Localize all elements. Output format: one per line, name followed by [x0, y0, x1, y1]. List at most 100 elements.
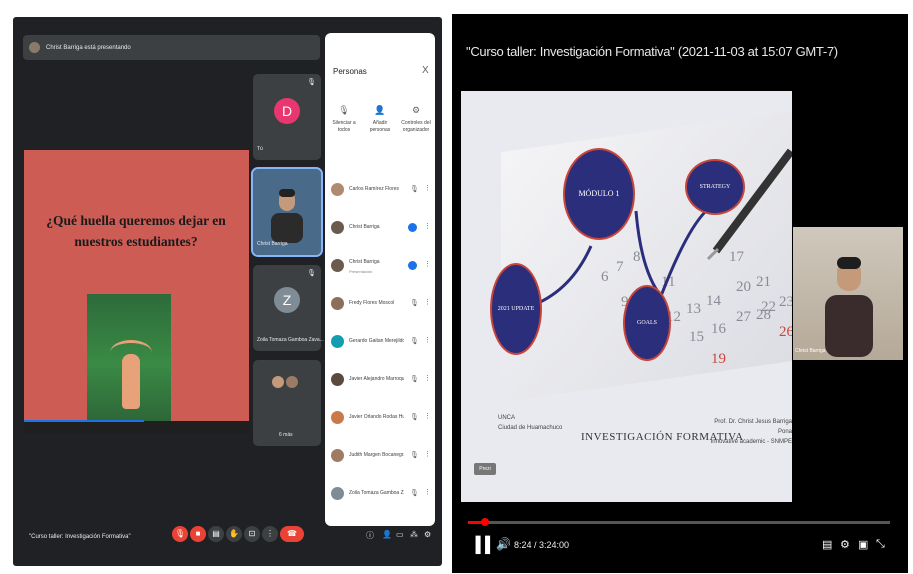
settings-icon: ⚙: [411, 105, 421, 115]
avatar: [331, 335, 344, 348]
participant-row[interactable]: Javier Orlando Rodas Hu... 🎙 ⋮: [330, 401, 432, 439]
participant-row[interactable]: Christ Barriga Presentación ⋮: [330, 249, 432, 287]
people-icon[interactable]: 👤: [382, 530, 392, 539]
more-options-icon[interactable]: ⋮: [424, 450, 431, 458]
participant-row[interactable]: Christ Barriga ⋮: [330, 211, 432, 249]
participant-name: Javier Alejandro Marroqu...: [349, 376, 404, 382]
mic-off-icon[interactable]: 🎙: [410, 451, 419, 459]
people-panel-title: Personas: [333, 67, 367, 76]
close-icon[interactable]: X: [422, 65, 429, 76]
participant-tile-christ[interactable]: Christ Barriga: [251, 167, 323, 257]
exit-fullscreen-icon[interactable]: ⤡: [876, 538, 885, 551]
activities-icon[interactable]: ⁂: [410, 530, 418, 539]
mute-all-button[interactable]: 🎙 Silenciar a todos: [327, 105, 361, 134]
camera-toggle-button[interactable]: ■: [190, 526, 206, 542]
participant-row[interactable]: Fredy Flores Moscol 🎙 ⋮: [330, 287, 432, 325]
avatar: [272, 376, 284, 388]
more-options-icon[interactable]: ⋮: [424, 374, 431, 382]
miniplayer-icon[interactable]: ▣: [858, 538, 868, 551]
node-strategy: STRATEGY: [685, 159, 745, 215]
mic-off-icon[interactable]: 🎙: [410, 299, 419, 307]
prezi-badge: Prezi: [474, 463, 496, 475]
participant-row[interactable]: Zoila Tomaza Gamboa Za... 🎙 ⋮: [330, 477, 432, 515]
mic-off-icon[interactable]: 🎙: [410, 185, 419, 193]
avatar: D: [274, 98, 300, 124]
slide-controls[interactable]: [24, 421, 249, 434]
subtitles-icon[interactable]: ▤: [822, 538, 832, 551]
svg-text:16: 16: [711, 321, 727, 337]
progress-handle[interactable]: [480, 518, 489, 526]
svg-text:26: 26: [779, 324, 792, 340]
prezi-slide: 678 91011 121314 151617 202122 232728 26…: [461, 91, 792, 502]
participant-tile-more[interactable]: 6 más: [253, 360, 321, 446]
svg-text:14: 14: [706, 293, 722, 309]
volume-icon[interactable]: 🔊: [496, 537, 511, 551]
svg-text:19: 19: [711, 351, 726, 367]
settings-icon[interactable]: ⚙: [840, 538, 850, 551]
mic-off-icon[interactable]: 🎙: [410, 375, 419, 383]
mic-off-icon[interactable]: 🎙: [410, 337, 419, 345]
add-person-icon: 👤: [374, 105, 386, 115]
speaker-video: [825, 257, 873, 357]
presenter-avatar: [29, 42, 40, 53]
avatar: [331, 487, 344, 500]
more-options-icon[interactable]: ⋮: [424, 184, 431, 192]
more-options-icon[interactable]: ⋮: [424, 412, 431, 420]
avatar: [331, 411, 344, 424]
info-icon[interactable]: ⓘ: [366, 530, 374, 541]
svg-text:13: 13: [686, 301, 701, 317]
avatar: [286, 376, 298, 388]
camera-label: Christ Barriga: [795, 348, 826, 354]
more-options-icon[interactable]: ⋮: [424, 488, 431, 496]
add-people-button[interactable]: 👤 Añadir personas: [363, 105, 397, 134]
tile-label: Christ Barriga: [257, 241, 288, 247]
video-player[interactable]: "Curso taller: Investigación Formativa" …: [452, 14, 908, 573]
svg-text:8: 8: [633, 249, 641, 265]
more-options-icon[interactable]: ⋮: [424, 260, 431, 268]
chat-icon[interactable]: ▭: [396, 530, 404, 539]
present-button[interactable]: ⊡: [244, 526, 260, 542]
captions-button[interactable]: ▤: [208, 526, 224, 542]
participant-name: Fredy Flores Moscol: [349, 300, 395, 306]
svg-text:27: 27: [736, 309, 752, 325]
presenting-text: Christ Barriga está presentando: [46, 44, 131, 51]
svg-text:15: 15: [689, 329, 704, 345]
avatar: [331, 297, 344, 310]
avatar: Z: [274, 287, 300, 313]
avatar: [331, 221, 344, 234]
mic-off-icon[interactable]: 🎙: [410, 413, 419, 421]
presenting-icon: [408, 261, 417, 270]
mic-off-icon[interactable]: 🎙: [410, 489, 419, 497]
more-options-icon[interactable]: ⋮: [424, 298, 431, 306]
participant-tile-you[interactable]: D 🎙 Tú: [253, 74, 321, 160]
more-options-icon[interactable]: ⋮: [424, 222, 431, 230]
participant-name: Zoila Tomaza Gamboa Za...: [349, 490, 404, 496]
raise-hand-button[interactable]: ✋: [226, 526, 242, 542]
participant-row[interactable]: Gerardo Gaitan Merejildo 🎙 ⋮: [330, 325, 432, 363]
svg-text:17: 17: [729, 249, 745, 265]
tile-label: Zoila Tomaza Gamboa Zava...: [257, 337, 324, 343]
end-call-button[interactable]: ☎: [280, 526, 304, 542]
avatar: [331, 373, 344, 386]
participant-row[interactable]: Carlos Ramírez Flores 🎙 ⋮: [330, 173, 432, 211]
avatar: [331, 183, 344, 196]
pause-icon[interactable]: ▍▍: [476, 536, 497, 554]
participant-name: Judith Margen Bocanegr...: [349, 452, 404, 458]
host-controls-icon[interactable]: ⚙: [424, 530, 431, 539]
more-options-icon[interactable]: ⋮: [424, 336, 431, 344]
node-modulo: MÓDULO 1: [563, 148, 635, 240]
mic-icon: 🎙: [338, 105, 350, 115]
mic-toggle-button[interactable]: 🎙: [172, 526, 188, 542]
participant-tile-zoila[interactable]: Z 🎙 Zoila Tomaza Gamboa Zava...: [253, 265, 324, 351]
meeting-name: "Curso taller: Investigación Formativa": [29, 534, 131, 540]
participant-row[interactable]: Judith Margen Bocanegr... 🎙 ⋮: [330, 439, 432, 477]
tile-label: Tú: [257, 146, 263, 152]
more-options-button[interactable]: ⋮: [262, 526, 278, 542]
avatar: [331, 259, 344, 272]
presenting-banner: Christ Barriga está presentando: [23, 35, 320, 60]
host-controls-button[interactable]: ⚙ Controles del organizador: [399, 105, 433, 134]
mic-off-icon: 🎙: [307, 270, 316, 277]
participant-row[interactable]: Javier Alejandro Marroqu... 🎙 ⋮: [330, 363, 432, 401]
progress-track[interactable]: [468, 521, 890, 524]
people-panel: Personas X 🎙 Silenciar a todos 👤 Añadir …: [325, 33, 435, 526]
